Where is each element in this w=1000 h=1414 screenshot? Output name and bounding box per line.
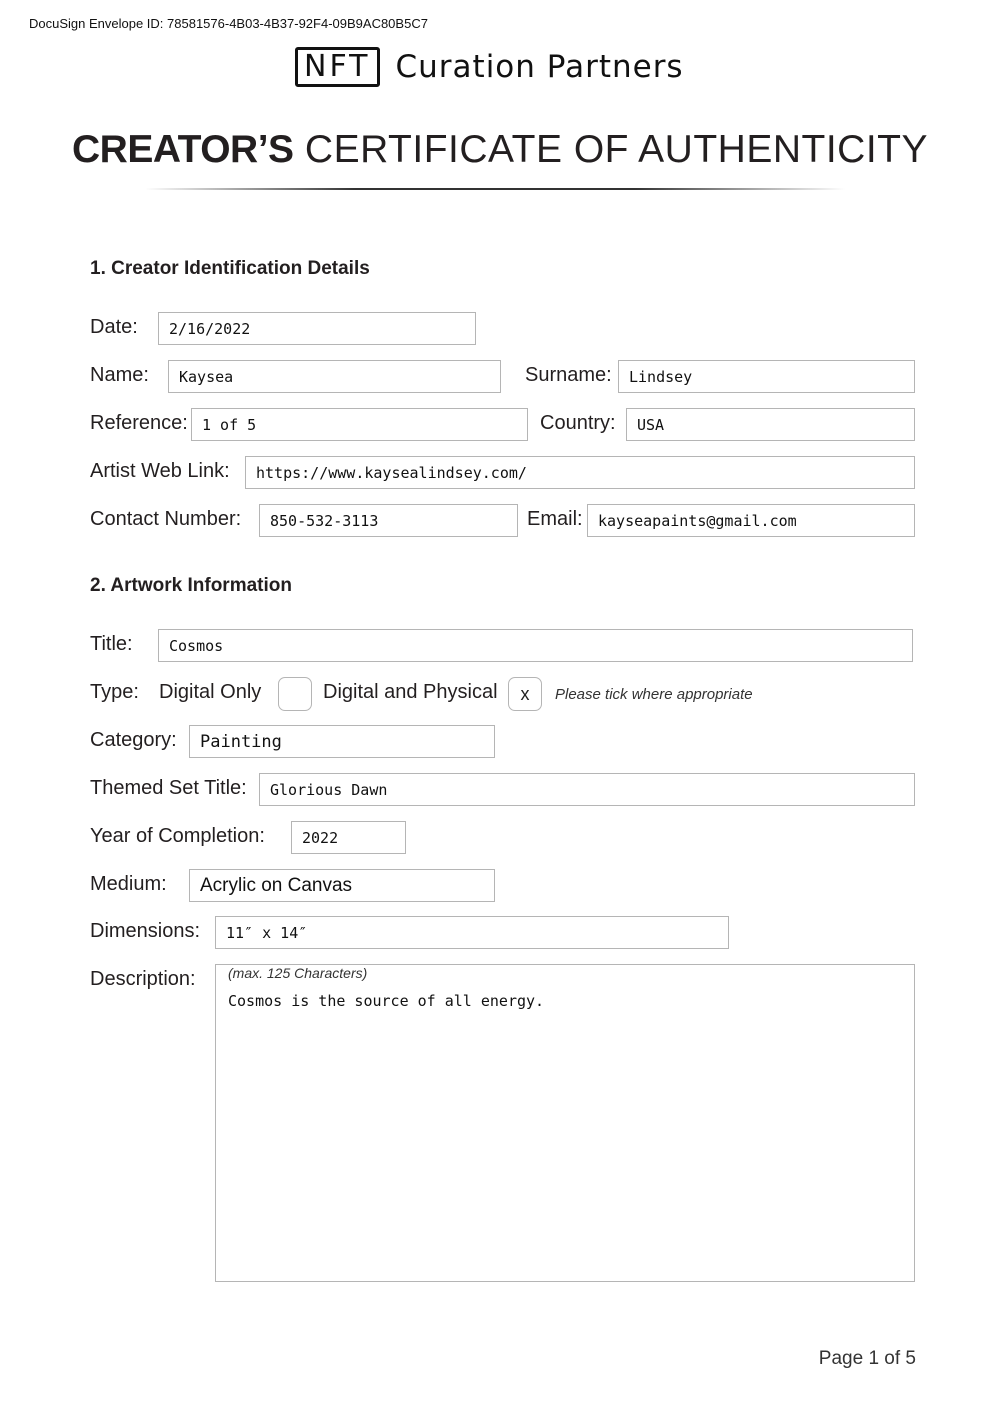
country-field[interactable]: USA [626, 408, 915, 441]
surname-field[interactable]: Lindsey [618, 360, 915, 393]
digital-physical-checkbox[interactable]: x [508, 677, 542, 711]
title-label: Title: [90, 633, 133, 655]
reference-label: Reference: [90, 412, 188, 434]
year-label: Year of Completion: [90, 825, 265, 847]
dimensions-field[interactable]: 11″ x 14″ [215, 916, 729, 949]
category-field[interactable]: Painting [189, 725, 495, 758]
date-label: Date: [90, 316, 138, 338]
date-field[interactable]: 2/16/2022 [158, 312, 476, 345]
logo-text: Curation Partners [395, 49, 684, 85]
description-hint: (max. 125 Characters) [228, 965, 368, 981]
category-label: Category: [90, 729, 177, 751]
name-field[interactable]: Kaysea [168, 360, 501, 393]
type-option-digital-physical-label: Digital and Physical [323, 681, 498, 703]
title-bold: CREATOR’S [71, 128, 294, 171]
section-heading-artwork: 2. Artwork Information [90, 575, 292, 596]
type-hint: Please tick where appropriate [555, 686, 753, 703]
year-field[interactable]: 2022 [291, 821, 406, 854]
certificate-title: CREATOR’S CERTIFICATE OF AUTHENTICITY [0, 128, 1000, 172]
type-label: Type: [90, 681, 139, 703]
themed-set-field[interactable]: Glorious Dawn [259, 773, 915, 806]
logo-box: NFT [295, 47, 380, 87]
description-field[interactable]: (max. 125 Characters) Cosmos is the sour… [215, 964, 915, 1282]
email-label: Email: [527, 508, 583, 530]
web-link-field[interactable]: https://www.kaysealindsey.com/ [245, 456, 915, 489]
title-rest: CERTIFICATE OF AUTHENTICITY [304, 128, 928, 171]
brand-logo: NFT Curation Partners [295, 46, 684, 88]
name-label: Name: [90, 364, 149, 386]
digital-only-checkbox[interactable] [278, 677, 312, 711]
medium-field[interactable]: Acrylic on Canvas [189, 869, 495, 902]
contact-field[interactable]: 850-532-3113 [259, 504, 518, 537]
themed-set-label: Themed Set Title: [90, 777, 247, 799]
dimensions-label: Dimensions: [90, 920, 201, 942]
description-label: Description: [90, 968, 196, 990]
contact-label: Contact Number: [90, 508, 242, 530]
country-label: Country: [540, 412, 616, 434]
medium-label: Medium: [90, 873, 167, 895]
title-divider [145, 188, 845, 190]
surname-label: Surname: [525, 364, 612, 386]
web-link-label: Artist Web Link: [90, 460, 230, 482]
description-text: Cosmos is the source of all energy. [228, 992, 545, 1010]
section-heading-creator: 1. Creator Identification Details [90, 258, 370, 279]
email-field[interactable]: kayseapaints@gmail.com [587, 504, 915, 537]
type-option-digital-only-label: Digital Only [159, 681, 262, 703]
reference-field[interactable]: 1 of 5 [191, 408, 528, 441]
page-number: Page 1 of 5 [818, 1348, 916, 1369]
artwork-title-field[interactable]: Cosmos [158, 629, 913, 662]
envelope-id: DocuSign Envelope ID: 78581576-4B03-4B37… [29, 16, 428, 31]
